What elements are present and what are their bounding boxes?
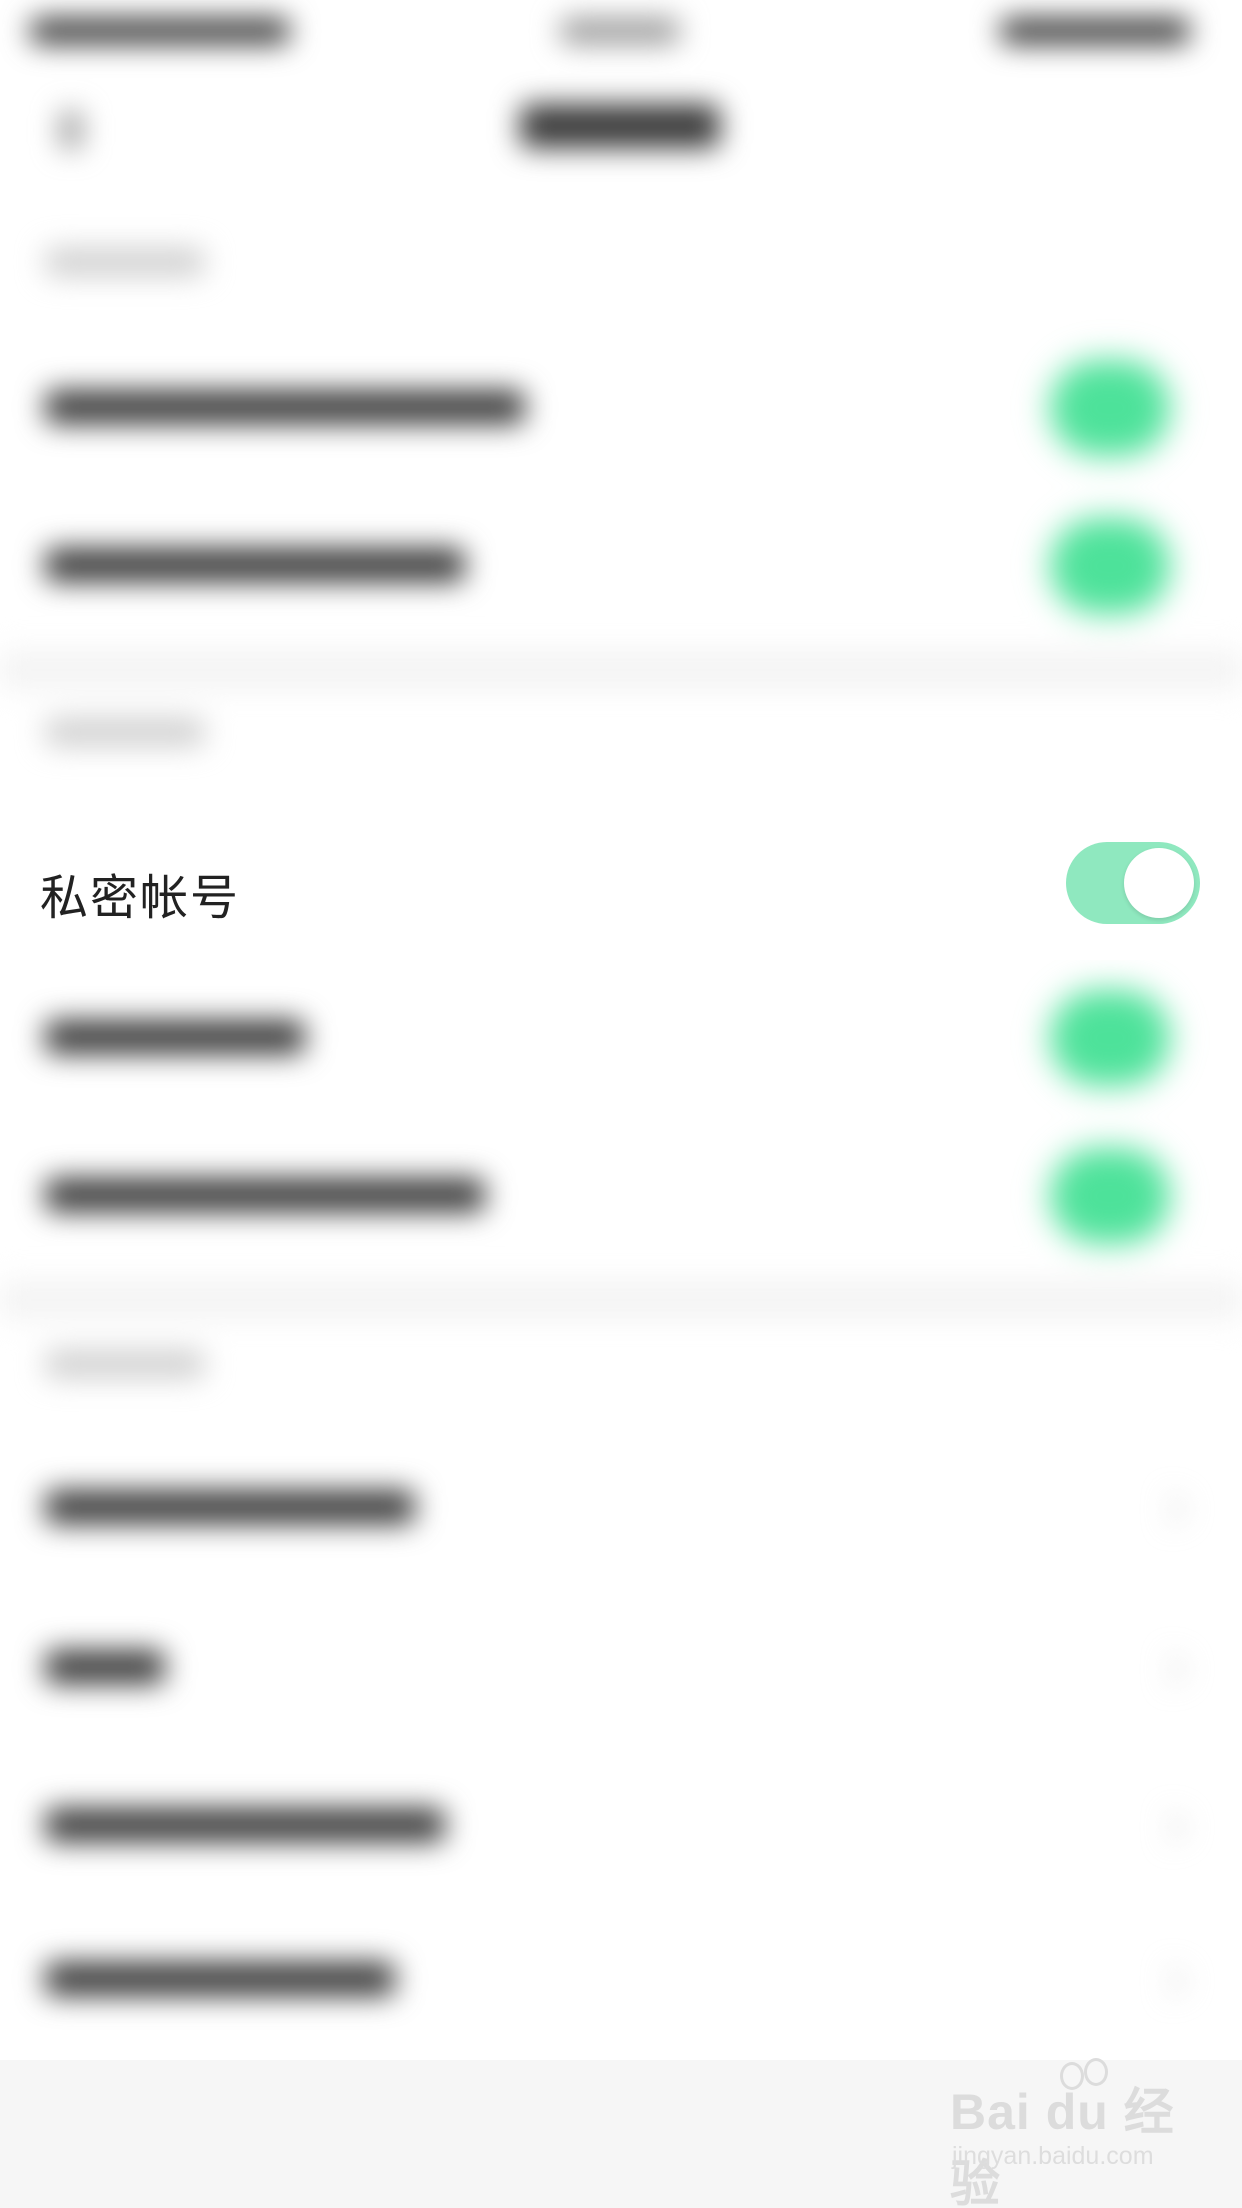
section-divider-2 <box>0 1280 1242 1320</box>
settings-screen: 私密帐号 Bai du 经验 jingyan.baidu.com <box>0 0 1242 2208</box>
private-account-toggle[interactable] <box>1066 842 1200 924</box>
row-9-chevron-icon <box>1155 1965 1187 1997</box>
row-5-toggle <box>1050 1148 1170 1244</box>
blurred-background <box>0 0 1242 2208</box>
row-7-label <box>45 1650 165 1684</box>
row-6-label <box>45 1490 415 1524</box>
row-7-chevron-icon <box>1155 1653 1187 1685</box>
back-icon <box>60 110 82 150</box>
watermark-logo: Bai du 经验 <box>950 2084 1175 2208</box>
row-5-label <box>45 1178 485 1212</box>
row-8-chevron-icon <box>1155 1811 1187 1843</box>
section-header-2 <box>45 718 205 746</box>
nav-title <box>520 104 720 148</box>
watermark-url: jingyan.baidu.com <box>952 2142 1154 2170</box>
status-bar-left <box>30 18 290 44</box>
private-account-row: 私密帐号 <box>0 810 1242 960</box>
row-1-toggle <box>1050 360 1170 456</box>
section-header-1 <box>45 248 205 276</box>
section-divider-1 <box>0 650 1242 690</box>
baidu-jingyan-watermark: Bai du 经验 jingyan.baidu.com <box>950 2058 1190 2208</box>
status-bar-right <box>1000 18 1190 44</box>
row-4-toggle <box>1050 990 1170 1086</box>
private-account-label: 私密帐号 <box>40 870 241 926</box>
status-bar-center <box>560 18 680 44</box>
row-2-toggle <box>1050 518 1170 614</box>
row-1-label <box>45 390 525 424</box>
toggle-knob <box>1124 848 1194 918</box>
row-9-label <box>45 1962 395 1996</box>
row-2-label <box>45 548 465 582</box>
row-6-chevron-icon <box>1155 1493 1187 1525</box>
row-4-label <box>45 1020 305 1054</box>
row-8-label <box>45 1808 445 1842</box>
section-header-3 <box>45 1350 205 1378</box>
